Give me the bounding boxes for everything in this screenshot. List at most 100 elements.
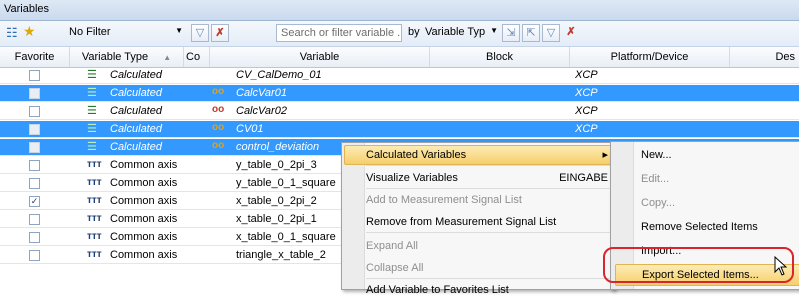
favorite-checkbox[interactable] <box>29 214 40 225</box>
menu-item-add-to-measurement-signal-list[interactable]: Add to Measurement Signal List <box>366 189 610 211</box>
menu-item-label: Remove from Measurement Signal List <box>366 216 557 228</box>
table-header: Favorite Variable Type ▲ Co Variable Blo… <box>0 47 799 68</box>
calculated-variable-icon: ☰ <box>87 105 97 117</box>
toolbar: ☷ ★ No Filter ▼ ▽ ✗ Search or filter var… <box>0 21 799 47</box>
highlight-ring <box>603 247 794 283</box>
tree-toggle-icon[interactable]: ☷ <box>6 25 18 42</box>
platform-cell: XCP <box>575 87 598 99</box>
clear-filter-icon: ✗ <box>215 27 225 39</box>
window-title: Variables <box>4 3 50 15</box>
chevron-down-icon: ▼ <box>490 26 498 35</box>
variable-type-cell: Common axis <box>110 177 178 189</box>
submenu-item-remove-selected-items[interactable]: Remove Selected Items <box>641 216 758 238</box>
variable-name-cell: CalcVar02 <box>236 105 287 117</box>
menu-item-visualize-variables[interactable]: Visualize Variables EINGABE <box>366 167 610 189</box>
menu-item-label: Add to Measurement Signal List <box>366 194 522 206</box>
link-icon: oo <box>212 140 225 151</box>
common-axis-icon: ттт <box>87 159 102 170</box>
funnel-icon: ▽ <box>546 27 556 39</box>
submenu-item-new[interactable]: New... <box>641 144 672 166</box>
link-icon: oo <box>212 122 225 133</box>
filter-edit-button[interactable]: ▽ <box>191 24 209 42</box>
menu-item-calculated-variables[interactable]: Calculated Variables ▸ <box>366 144 610 166</box>
menu-item-remove-from-measurement-signal-list[interactable]: Remove from Measurement Signal List <box>366 211 610 233</box>
funnel-icon: ▽ <box>195 27 205 39</box>
favorites-star-icon[interactable]: ★ <box>23 23 36 40</box>
col-variable[interactable]: Variable <box>210 47 430 67</box>
submenu-item-edit[interactable]: Edit... <box>641 168 669 190</box>
favorite-checkbox[interactable] <box>29 250 40 261</box>
chevron-down-icon: ▼ <box>175 26 183 35</box>
col-description[interactable]: Des <box>730 47 799 67</box>
expand-icon: ⇲ <box>506 27 516 39</box>
calculated-variable-icon: ☰ <box>87 123 97 135</box>
platform-cell: XCP <box>575 123 598 135</box>
mouse-cursor-icon <box>774 256 788 276</box>
common-axis-icon: ттт <box>87 177 102 188</box>
menu-item-label: Expand All <box>366 240 418 252</box>
variable-name-cell: CalcVar01 <box>236 87 287 99</box>
submenu-item-copy[interactable]: Copy... <box>641 192 675 214</box>
menu-separator <box>366 165 610 166</box>
favorite-checkbox[interactable] <box>29 178 40 189</box>
variable-type-cell: Calculated <box>110 87 162 99</box>
variable-type-cell: Calculated <box>110 69 162 81</box>
table-row[interactable]: ☰ Calculated CV_CalDemo_01 XCP <box>0 67 799 84</box>
common-axis-icon: ттт <box>87 195 102 206</box>
menu-item-label: Add Variable to Favorites List <box>366 284 509 296</box>
col-comment[interactable]: Co <box>184 47 210 67</box>
link-icon: oo <box>212 86 225 97</box>
favorite-checkbox[interactable] <box>29 232 40 243</box>
sort-asc-icon: ▲ <box>163 53 172 62</box>
menu-item-shortcut: EINGABE <box>559 172 608 184</box>
calculated-variable-icon: ☰ <box>87 141 97 153</box>
favorite-checkbox[interactable] <box>29 160 40 171</box>
search-input[interactable]: Search or filter variable ... <box>276 24 402 42</box>
favorite-checkbox[interactable] <box>29 88 40 99</box>
col-platform[interactable]: Platform/Device <box>570 47 730 67</box>
menu-item-add-variable-to-favorites-list[interactable]: Add Variable to Favorites List <box>366 279 610 301</box>
submenu-item-label: Copy... <box>641 197 676 209</box>
filter-select[interactable]: No Filter ▼ <box>66 24 187 42</box>
variable-type-cell: Calculated <box>110 105 162 117</box>
common-axis-icon: ттт <box>87 213 102 224</box>
menu-item-collapse-all[interactable]: Collapse All <box>366 257 610 279</box>
filter-clear-button[interactable]: ✗ <box>211 24 229 42</box>
submenu-item-label: Edit... <box>641 173 670 185</box>
variable-type-cell: Calculated <box>110 141 162 153</box>
menu-item-label: Visualize Variables <box>366 172 458 184</box>
clear-button[interactable]: ✗ <box>562 24 580 42</box>
col-block[interactable]: Block <box>430 47 570 67</box>
menu-item-expand-all[interactable]: Expand All <box>366 235 610 257</box>
col-favorite[interactable]: Favorite <box>0 47 70 67</box>
variable-type-cell: Calculated <box>110 123 162 135</box>
menu-item-label: Calculated Variables <box>366 149 467 161</box>
by-label: by <box>408 26 420 38</box>
favorite-checkbox[interactable] <box>29 70 40 81</box>
variable-name-cell: CV01 <box>236 123 264 135</box>
variable-type-cell: Common axis <box>110 231 178 243</box>
context-menu: Calculated Variables ▸ Visualize Variables… <box>341 142 615 296</box>
table-row[interactable]: ☰ Calculated oo CV01 XCP <box>0 121 799 138</box>
calculated-variable-icon: ☰ <box>87 69 97 81</box>
table-row[interactable]: ☰ Calculated oo CalcVar01 XCP <box>0 85 799 102</box>
col-variable-type[interactable]: Variable Type ▲ <box>70 47 184 67</box>
filter-select-value: No Filter <box>69 26 111 38</box>
platform-cell: XCP <box>575 69 598 81</box>
expand-button[interactable]: ⇲ <box>502 24 520 42</box>
submenu-arrow-icon: ▸ <box>602 149 608 161</box>
favorite-checkbox[interactable] <box>29 106 40 117</box>
submenu-item-label: Remove Selected Items <box>641 221 758 233</box>
table-row[interactable]: ☰ Calculated oo CalcVar02 XCP <box>0 103 799 120</box>
variable-type-select[interactable]: Variable Typ ▼ <box>422 24 500 42</box>
favorite-checkbox[interactable] <box>29 124 40 135</box>
variable-type-cell: Common axis <box>110 159 178 171</box>
collapse-button[interactable]: ⇱ <box>522 24 540 42</box>
favorite-checkbox[interactable]: ✓ <box>29 196 40 207</box>
calculated-variable-icon: ☰ <box>87 87 97 99</box>
filter-button[interactable]: ▽ <box>542 24 560 42</box>
favorite-checkbox[interactable] <box>29 142 40 153</box>
collapse-icon: ⇱ <box>526 27 536 39</box>
submenu-item-label: New... <box>641 149 672 161</box>
common-axis-icon: ттт <box>87 231 102 242</box>
